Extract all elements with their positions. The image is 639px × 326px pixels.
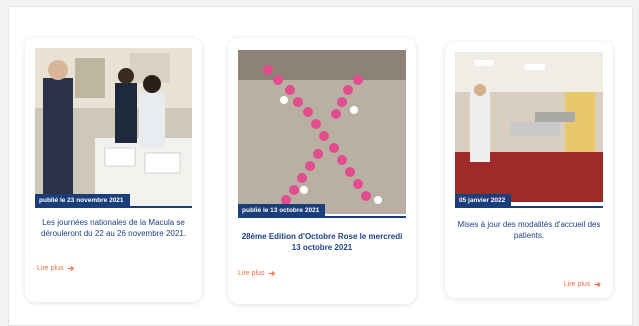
news-card[interactable]: publié le 23 novembre 2021 Les journées … — [25, 38, 202, 302]
arrow-right-icon: ➔ — [594, 280, 601, 289]
read-more-label: Lire plus — [563, 281, 591, 288]
news-photo-macula — [35, 48, 192, 206]
card-title[interactable]: Mises à jour des modalités d'accueil des… — [457, 220, 601, 241]
read-more-link[interactable]: Lire plus ➔ — [564, 280, 601, 289]
read-more-label: Lire plus — [37, 265, 64, 272]
read-more-label: Lire plus — [238, 270, 265, 277]
card-title[interactable]: 28ème Edition d'Octobre Rose le mercredi… — [240, 232, 404, 253]
news-card[interactable]: 05 janvier 2022 Mises à jour des modalit… — [445, 42, 613, 298]
date-rule — [455, 206, 603, 208]
date-rule — [238, 216, 406, 218]
date-rule — [35, 206, 192, 208]
news-photo-octobre-rose — [238, 50, 406, 214]
arrow-right-icon: ➔ — [268, 269, 276, 278]
read-more-link[interactable]: Lire plus ➔ — [37, 264, 74, 273]
arrow-right-icon: ➔ — [67, 264, 75, 273]
news-photo-hospital-corridor — [455, 52, 603, 202]
read-more-link[interactable]: Lire plus ➔ — [238, 269, 275, 278]
news-card[interactable]: publié le 13 octobre 2021 28ème Edition … — [228, 38, 416, 304]
card-title[interactable]: Les journées nationales de la Macula se … — [37, 218, 190, 239]
